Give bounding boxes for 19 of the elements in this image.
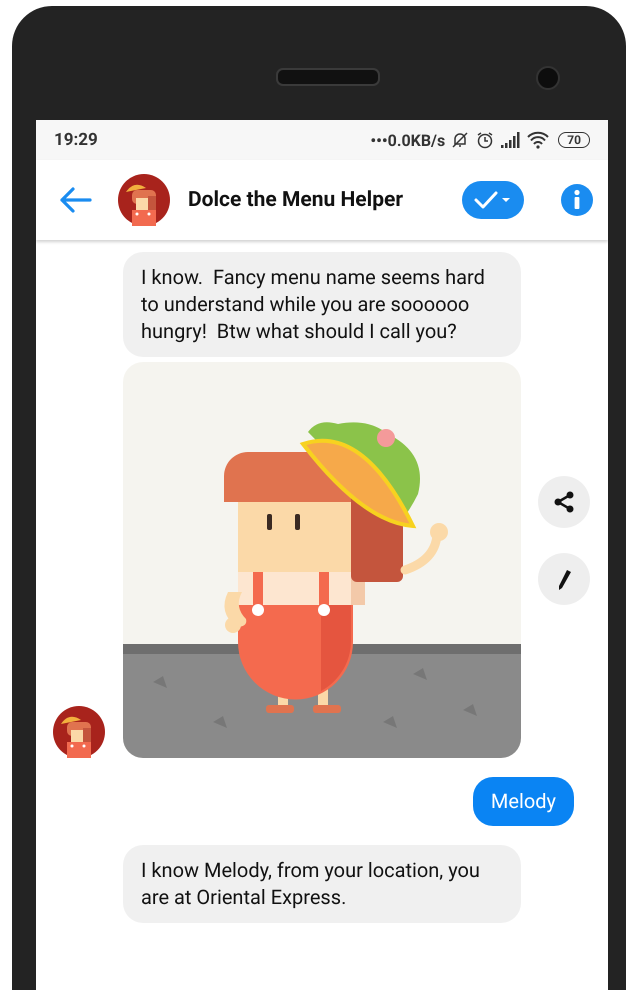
checkmark-caret-icon xyxy=(473,189,513,211)
wifi-icon xyxy=(527,131,550,149)
muted-bell-icon xyxy=(450,130,470,150)
edit-button[interactable] xyxy=(538,552,590,604)
message-bubble: I know Melody, from your location, you are at Oriental Express. xyxy=(123,845,521,923)
camera-lens xyxy=(536,66,560,90)
check-dropdown-button[interactable] xyxy=(462,181,524,219)
message-bubble: Melody xyxy=(472,777,574,826)
chat-title: Dolce the Menu Helper xyxy=(188,188,404,212)
share-button[interactable] xyxy=(538,476,590,528)
message-bubble: I know. Fancy menu name seems hard to understand while you are soooooo hungry! Btw what should I call you? xyxy=(123,252,521,357)
network-speed: •••0.0KB/s xyxy=(370,130,446,150)
back-arrow-icon[interactable] xyxy=(58,186,92,214)
info-icon[interactable] xyxy=(560,183,594,217)
share-icon xyxy=(552,490,576,514)
battery-indicator: 70 xyxy=(558,132,590,148)
status-time: 19:29 xyxy=(54,130,98,150)
bot-avatar xyxy=(118,174,170,226)
signal-icon xyxy=(500,131,522,149)
